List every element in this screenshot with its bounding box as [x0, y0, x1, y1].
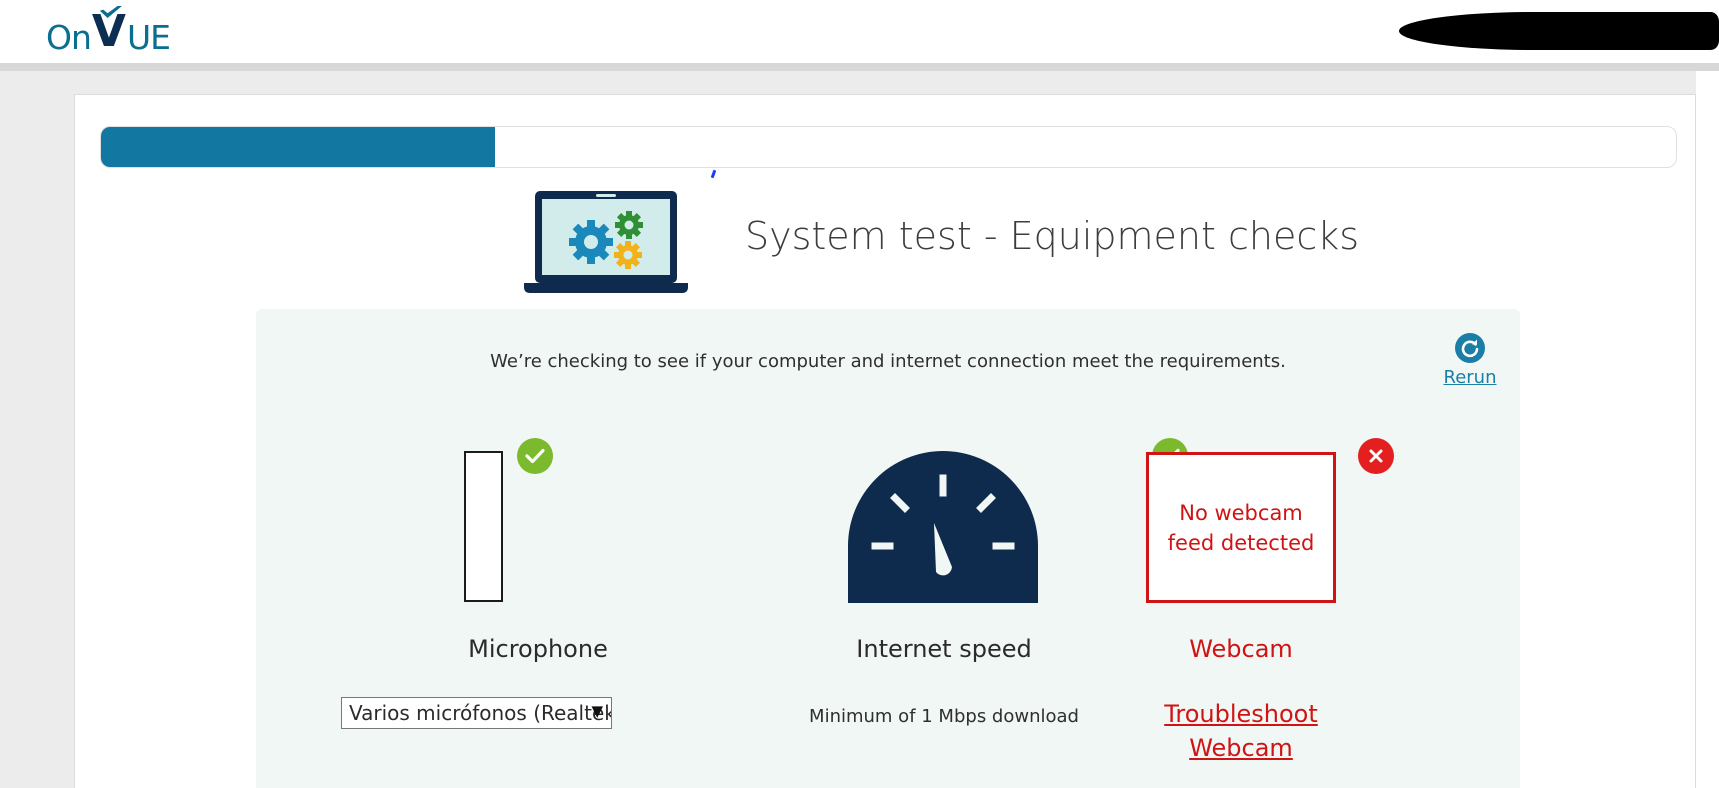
troubleshoot-webcam-link[interactable]: Troubleshoot Webcam — [1143, 697, 1339, 765]
checkmark-icon — [525, 448, 545, 464]
step-progress-fill — [101, 127, 495, 167]
x-icon — [1369, 449, 1383, 463]
webcam-message-line1: No webcam — [1179, 500, 1303, 525]
webcam-check: No webcam feed detected Webcam Troublesh… — [1143, 309, 1543, 788]
header-divider — [0, 63, 1719, 71]
webcam-label: Webcam — [1189, 635, 1293, 663]
logo-text-ue: UE — [126, 18, 171, 57]
microphone-check: Microphone Varios micrófonos (Realtek(R)… — [338, 309, 738, 788]
equipment-check-panel: We’re checking to see if your computer a… — [256, 309, 1520, 788]
redacted-user-name — [1399, 12, 1719, 50]
webcam-fail-badge — [1358, 438, 1394, 474]
internet-speed-requirement: Minimum of 1 Mbps download — [809, 706, 1079, 727]
microphone-level-meter — [464, 451, 503, 602]
logo-text-v: V — [92, 6, 126, 54]
troubleshoot-line2[interactable]: Webcam — [1143, 731, 1339, 765]
dropdown-arrow-icon[interactable]: ▼ — [591, 702, 603, 720]
webcam-message-line2: feed detected — [1167, 530, 1315, 555]
microphone-pass-badge — [517, 438, 553, 474]
troubleshoot-line1[interactable]: Troubleshoot — [1143, 697, 1339, 731]
internet-speed-check: Internet speed Minimum of 1 Mbps downloa… — [744, 309, 1188, 788]
step-progress-bar — [100, 126, 1677, 168]
logo-text-on: On — [46, 18, 92, 57]
speedometer-icon — [848, 451, 1038, 603]
microphone-selected-value: Varios micrófonos (Realtek(R) Audio) — [349, 701, 611, 725]
laptop-gears-icon — [524, 191, 688, 293]
microphone-label: Microphone — [468, 635, 608, 663]
app-header: On V UE — [0, 0, 1719, 64]
page-backdrop-edge — [1696, 71, 1719, 788]
onvue-logo: On V UE — [46, 6, 171, 57]
webcam-preview: No webcam feed detected — [1146, 452, 1336, 603]
page-title: System test - Equipment checks — [745, 214, 1360, 258]
microphone-select[interactable]: Varios micrófonos (Realtek(R) Audio) ▼ — [341, 697, 612, 729]
